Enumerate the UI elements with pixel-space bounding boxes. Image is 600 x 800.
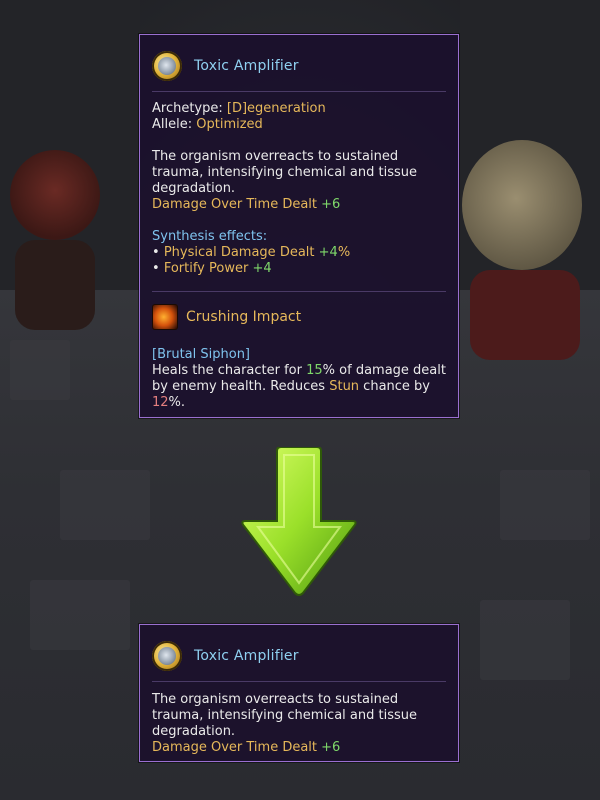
tooltip-header: Toxic Amplifier — [140, 35, 458, 84]
synthesis-label: Physical Damage Dealt — [163, 245, 319, 260]
effect-value: 12 — [152, 395, 169, 410]
divider — [152, 91, 446, 92]
floor-tile — [60, 470, 150, 540]
divider — [152, 681, 446, 682]
effect-title: Crushing Impact — [186, 309, 302, 325]
item-description: The organism overreacts to sustained tra… — [152, 692, 446, 740]
allele-label: Allele: — [152, 117, 197, 132]
gear-orb-icon — [152, 641, 182, 671]
effect-text: %. — [168, 395, 186, 410]
synthesis-item: • Physical Damage Dealt +4% — [152, 245, 446, 261]
effect-tag: [Brutal Siphon] — [152, 347, 251, 362]
effect-text: % of damage dealt — [322, 363, 446, 378]
stat-value: +6 — [321, 740, 341, 755]
item-tooltip-result: Toxic Amplifier The organism overreacts … — [139, 624, 459, 762]
effect-text: by enemy health. Reduces — [152, 379, 330, 394]
synthesis-label: Fortify Power — [163, 261, 253, 276]
hooded-creature-body — [15, 240, 95, 330]
hooded-creature — [10, 150, 100, 240]
effect-text: Heals the character for — [152, 363, 307, 378]
crushing-impact-icon — [152, 304, 178, 330]
skeleton-creature-body — [470, 270, 580, 360]
archetype-value: [D]egeneration — [226, 101, 326, 116]
bullet: • — [152, 261, 164, 276]
tooltip-header: Toxic Amplifier — [140, 625, 458, 674]
archetype-label: Archetype: — [152, 101, 227, 116]
allele-row: Allele: Optimized — [152, 117, 446, 133]
stat-label: Damage Over Time Dealt — [152, 197, 322, 212]
stat-value: +6 — [321, 197, 341, 212]
item-title: Toxic Amplifier — [194, 58, 299, 74]
description-line: The organism overreacts to sustained — [152, 692, 399, 707]
synthesis-value: +4 — [252, 261, 272, 276]
skeleton-creature — [462, 140, 582, 270]
item-tooltip-current: Toxic Amplifier Archetype: [D]egeneratio… — [139, 34, 459, 418]
floor-tile — [480, 600, 570, 680]
effect-text: chance by — [359, 379, 430, 394]
effect-header: Crushing Impact — [152, 304, 446, 330]
effect-text-line: Heals the character for 15% of damage de… — [152, 363, 446, 379]
synthesis-title: Synthesis effects: — [152, 229, 268, 244]
stat-label: Damage Over Time Dealt — [152, 740, 322, 755]
stat-row: Damage Over Time Dealt +6 — [152, 740, 446, 756]
effect-text-line: by enemy health. Reduces Stun chance by — [152, 379, 446, 395]
effect-keyword: Stun — [329, 379, 360, 394]
down-arrow-icon — [241, 447, 357, 596]
archetype-row: Archetype: [D]egeneration — [152, 101, 446, 117]
description-line: The organism overreacts to sustained — [152, 149, 399, 164]
stat-row: Damage Over Time Dealt +6 — [152, 197, 446, 213]
synthesis-suffix: % — [337, 245, 351, 260]
description-line: trauma, intensifying chemical and tissue — [152, 165, 417, 180]
item-description: The organism overreacts to sustained tra… — [152, 149, 446, 197]
item-title: Toxic Amplifier — [194, 648, 299, 664]
description-line: trauma, intensifying chemical and tissue — [152, 708, 417, 723]
divider — [152, 291, 446, 292]
effect-text-line: 12%. — [152, 395, 446, 411]
effect-value: 15 — [306, 363, 323, 378]
floor-tile — [10, 340, 70, 400]
floor-tile — [500, 470, 590, 540]
floor-tile — [30, 580, 130, 650]
gear-orb-icon — [152, 51, 182, 81]
bullet: • — [152, 245, 164, 260]
allele-value: Optimized — [196, 117, 263, 132]
description-line: degradation. — [152, 181, 236, 196]
synthesis-value: +4 — [318, 245, 338, 260]
description-line: degradation. — [152, 724, 236, 739]
synthesis-item: • Fortify Power +4 — [152, 261, 446, 277]
